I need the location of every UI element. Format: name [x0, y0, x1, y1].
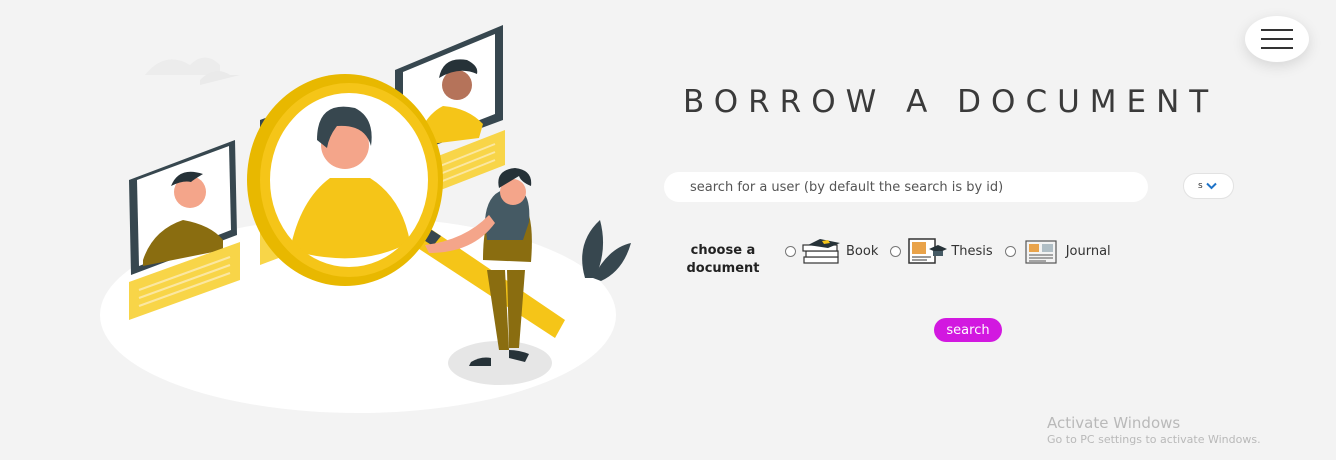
page: BORROW A DOCUMENT s choose a document Bo… [0, 0, 1336, 460]
search-people-illustration [100, 25, 631, 413]
search-by-value: s [1198, 181, 1203, 191]
search-button[interactable]: search [934, 318, 1002, 342]
watermark-title: Activate Windows [1047, 414, 1181, 432]
search-input[interactable] [664, 172, 1148, 202]
thesis-icon [908, 238, 948, 264]
page-title: BORROW A DOCUMENT [683, 84, 1219, 120]
search-by-select[interactable]: s [1183, 173, 1234, 199]
thesis-radio[interactable] [890, 245, 902, 257]
journal-icon [1025, 240, 1057, 264]
menu-icon [1261, 29, 1293, 31]
menu-icon [1261, 38, 1293, 40]
book-label: Book [846, 243, 879, 259]
book-stack-icon [802, 239, 840, 264]
watermark-subtitle: Go to PC settings to activate Windows. [1047, 433, 1261, 446]
thesis-label: Thesis [951, 243, 993, 259]
activation-watermark: Activate Windows Go to PC settings to ac… [1047, 414, 1261, 446]
choose-document-label: choose a document [686, 243, 760, 276]
menu-button[interactable] [1245, 16, 1309, 62]
journal-label: Journal [1065, 243, 1111, 259]
document-type-radio-group: Book Thesis Journal [785, 236, 1123, 266]
journal-radio[interactable] [1004, 245, 1016, 257]
book-radio[interactable] [785, 245, 796, 257]
chevron-down-icon [1205, 182, 1217, 190]
radio-option-book[interactable]: Book [785, 237, 878, 265]
radio-option-journal[interactable]: Journal [1004, 237, 1111, 265]
menu-icon [1261, 47, 1293, 49]
radio-option-thesis[interactable]: Thesis [890, 237, 993, 265]
